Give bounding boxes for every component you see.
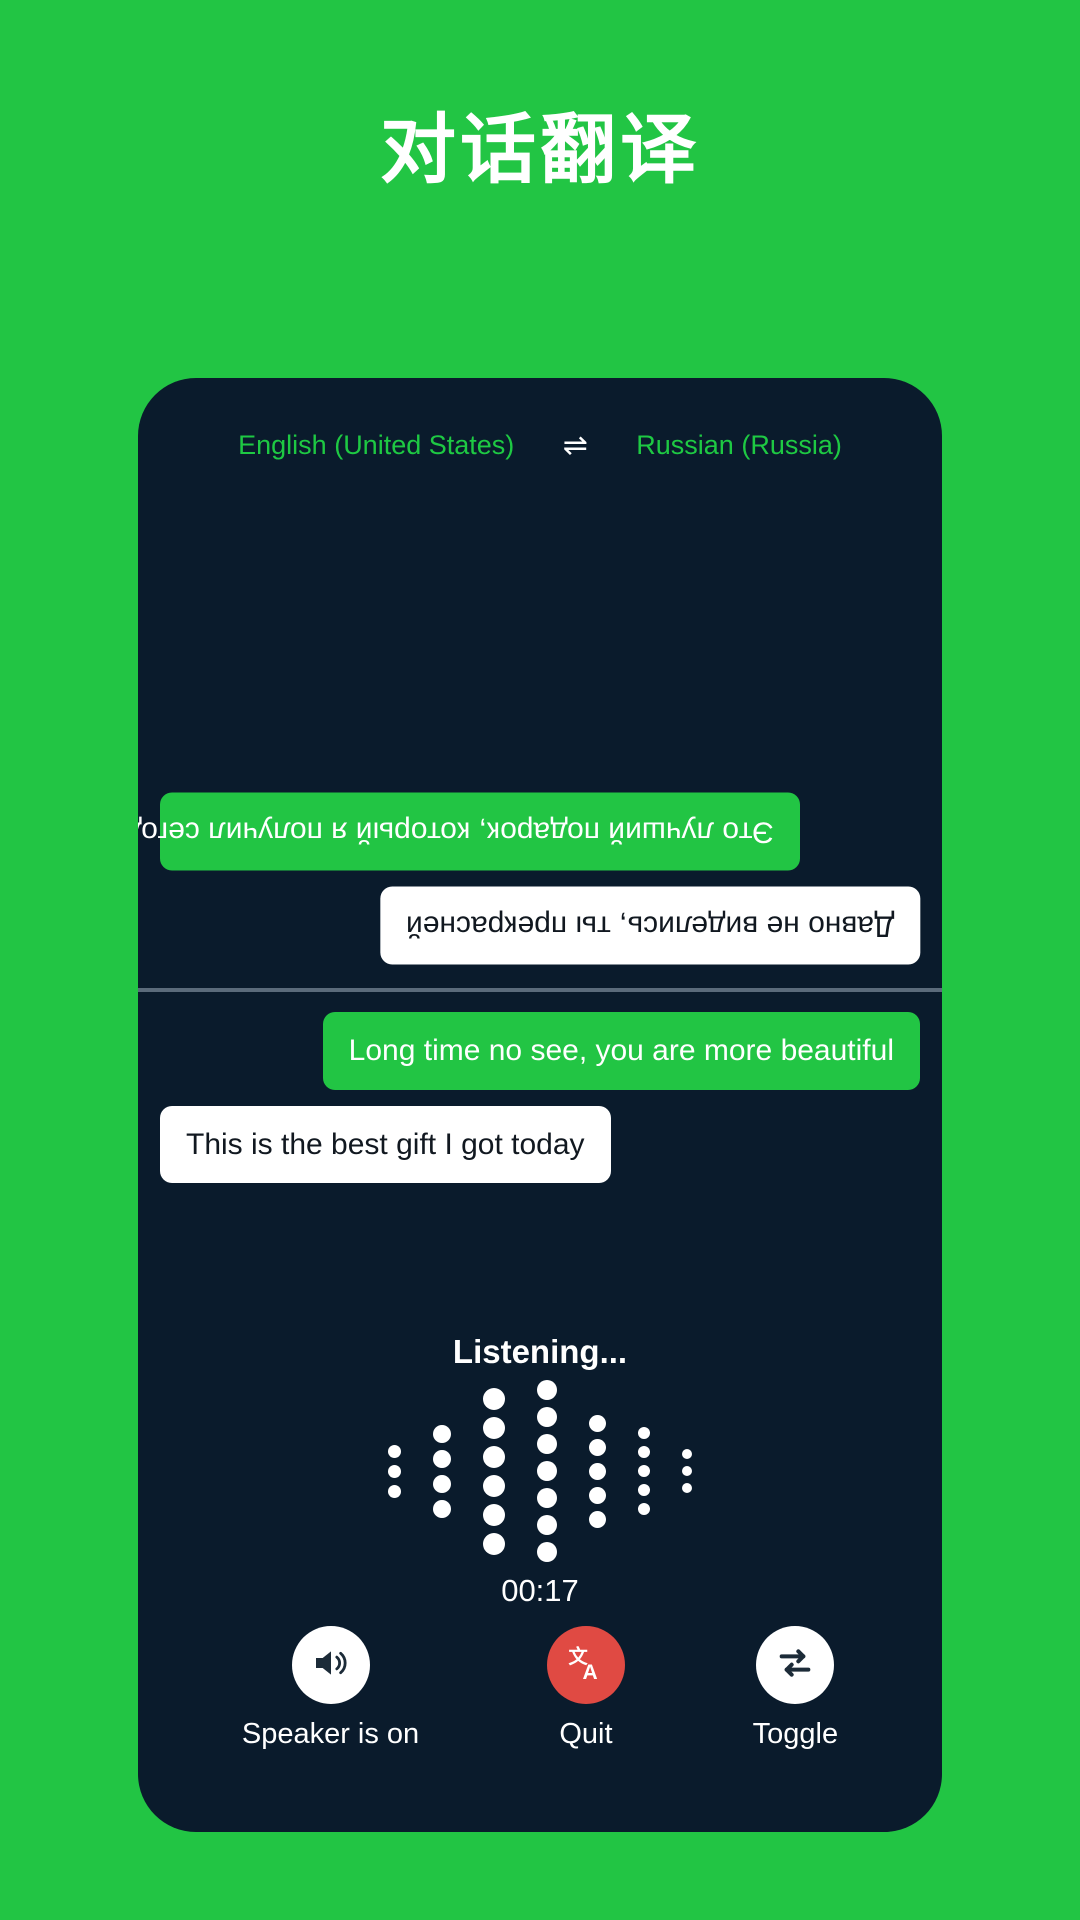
bottom-controls: Speaker is on 文 A Quit Toggle	[138, 1626, 942, 1751]
waveform-dot	[638, 1503, 650, 1515]
speaker-button-label: Speaker is on	[241, 1718, 420, 1750]
message-bubble[interactable]: Long time no see, you are more beautiful	[322, 1012, 920, 1090]
waveform-dot	[483, 1445, 505, 1468]
message-bubble[interactable]: Это лучший подарок, который я получил се…	[138, 793, 800, 871]
quit-button[interactable]: 文 A Quit	[546, 1626, 625, 1751]
waveform-column	[433, 1424, 451, 1518]
target-language-selector[interactable]: Russian (Russia)	[636, 430, 842, 461]
waveform-column	[682, 1449, 692, 1493]
translate-icon: 文 A	[565, 1642, 607, 1689]
recording-timer: 00:17	[501, 1573, 579, 1608]
language-bar: English (United States) ⇌ Russian (Russi…	[138, 430, 942, 461]
waveform-dot	[433, 1424, 451, 1443]
swap-horizontal-icon[interactable]: ⇌	[554, 430, 596, 461]
audio-waveform-visualizer	[138, 1380, 942, 1562]
conversation-pane-bottom: Long time no see, you are more beautiful…	[138, 998, 942, 1288]
message-row: Long time no see, you are more beautiful	[160, 1012, 920, 1090]
pane-divider	[138, 988, 942, 992]
waveform-dot	[638, 1446, 650, 1458]
conversation-pane-top: Это лучший подарок, который я получил се…	[138, 478, 942, 988]
message-row: Это лучший подарок, который я получил се…	[138, 793, 920, 871]
waveform-column	[388, 1444, 401, 1498]
waveform-dot	[388, 1444, 401, 1458]
waveform-dot	[537, 1407, 557, 1427]
speaker-on-icon	[311, 1643, 351, 1688]
waveform-column	[537, 1380, 557, 1562]
waveform-dot	[589, 1486, 606, 1504]
waveform-column	[589, 1414, 606, 1528]
quit-button-label: Quit	[559, 1718, 613, 1750]
waveform-dot	[638, 1465, 650, 1477]
waveform-dot	[483, 1416, 505, 1439]
toggle-button-label: Toggle	[752, 1718, 839, 1750]
waveform-dot	[589, 1462, 606, 1480]
waveform-dot	[589, 1510, 606, 1528]
waveform-dot	[537, 1542, 557, 1562]
waveform-dot	[638, 1484, 650, 1496]
waveform-dot	[537, 1461, 557, 1481]
waveform-dot	[483, 1474, 505, 1497]
page-title: 对话翻译	[380, 105, 700, 194]
waveform-column	[483, 1387, 505, 1555]
phone-mockup: English (United States) ⇌ Russian (Russi…	[138, 378, 942, 1832]
toggle-button-circle[interactable]	[756, 1626, 835, 1704]
listening-status-label: Listening...	[452, 1333, 628, 1370]
quit-button-circle[interactable]: 文 A	[546, 1626, 625, 1704]
waveform-dot	[537, 1515, 557, 1535]
message-bubble[interactable]: This is the best gift I got today	[160, 1105, 611, 1183]
message-row: Давно не виделись, ты прекрасней	[160, 886, 920, 964]
waveform-dot	[433, 1449, 451, 1468]
waveform-dot	[682, 1466, 692, 1476]
waveform-dot	[388, 1484, 401, 1498]
svg-text:A: A	[582, 1660, 597, 1683]
speaker-button-circle[interactable]	[291, 1626, 370, 1704]
waveform-dot	[638, 1427, 650, 1439]
waveform-dot	[589, 1414, 606, 1432]
waveform-dot	[537, 1488, 557, 1508]
waveform-dot	[483, 1532, 505, 1555]
waveform-dot	[537, 1380, 557, 1400]
waveform-dot	[682, 1483, 692, 1493]
waveform-dot	[483, 1387, 505, 1410]
toggle-button[interactable]: Toggle	[753, 1626, 838, 1751]
waveform-dot	[433, 1474, 451, 1493]
waveform-dot	[537, 1434, 557, 1454]
message-row: This is the best gift I got today	[160, 1105, 920, 1183]
waveform-dot	[483, 1503, 505, 1526]
waveform-dot	[589, 1438, 606, 1456]
waveform-column	[638, 1427, 650, 1515]
message-bubble[interactable]: Давно не виделись, ты прекрасней	[379, 886, 920, 964]
speaker-toggle-button[interactable]: Speaker is on	[242, 1626, 419, 1751]
app-screen: 对话翻译 English (United States) ⇌ Russian (…	[0, 0, 1080, 1920]
source-language-selector[interactable]: English (United States)	[238, 430, 514, 461]
swap-arrows-icon	[775, 1643, 815, 1688]
waveform-dot	[388, 1464, 401, 1478]
waveform-dot	[433, 1499, 451, 1518]
waveform-dot	[682, 1449, 692, 1459]
